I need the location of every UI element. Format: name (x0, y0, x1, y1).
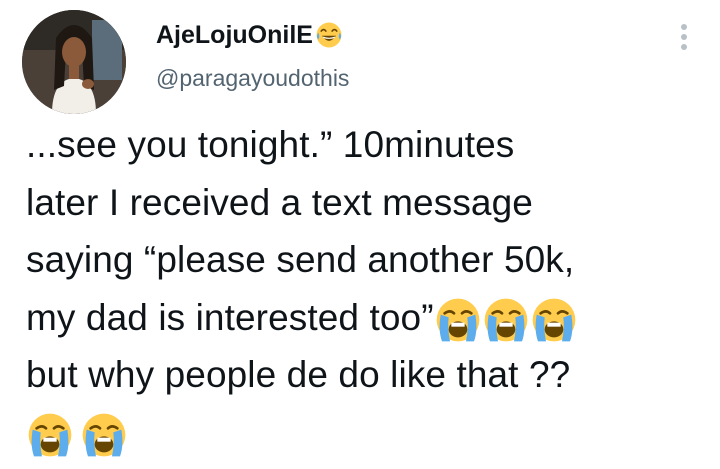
loudly-crying-emoji-icon (26, 411, 74, 459)
tweet-line-2: later I received a text message (26, 181, 533, 223)
user-handle[interactable]: @paragayoudothis (156, 64, 349, 92)
avatar[interactable] (22, 10, 126, 114)
tweet-line-5: but why people de do like that ?? (26, 354, 571, 395)
laughing-tears-emoji-icon (315, 21, 343, 49)
tweet-line-3: saying “please send another 50k, (26, 239, 575, 280)
loudly-crying-emoji-icon (482, 296, 530, 344)
tweet-line-1: ...see you tonight.” 10minutes (26, 124, 515, 165)
display-name-text: AjeLojuOnilE (156, 21, 313, 49)
tweet-line-6-row (26, 404, 706, 462)
loudly-crying-emoji-icon (434, 296, 482, 344)
tweet-line-4: my dad is interested too” (26, 296, 434, 338)
loudly-crying-emoji-icon (530, 296, 578, 344)
loudly-crying-emoji-icon (80, 411, 128, 459)
tweet-text: ...see you tonight.” 10minutes later I r… (26, 116, 706, 461)
more-options-icon[interactable] (678, 24, 690, 50)
display-name[interactable]: AjeLojuOnilE (156, 20, 349, 50)
tweet-line-4-row: my dad is interested too” (26, 289, 706, 347)
